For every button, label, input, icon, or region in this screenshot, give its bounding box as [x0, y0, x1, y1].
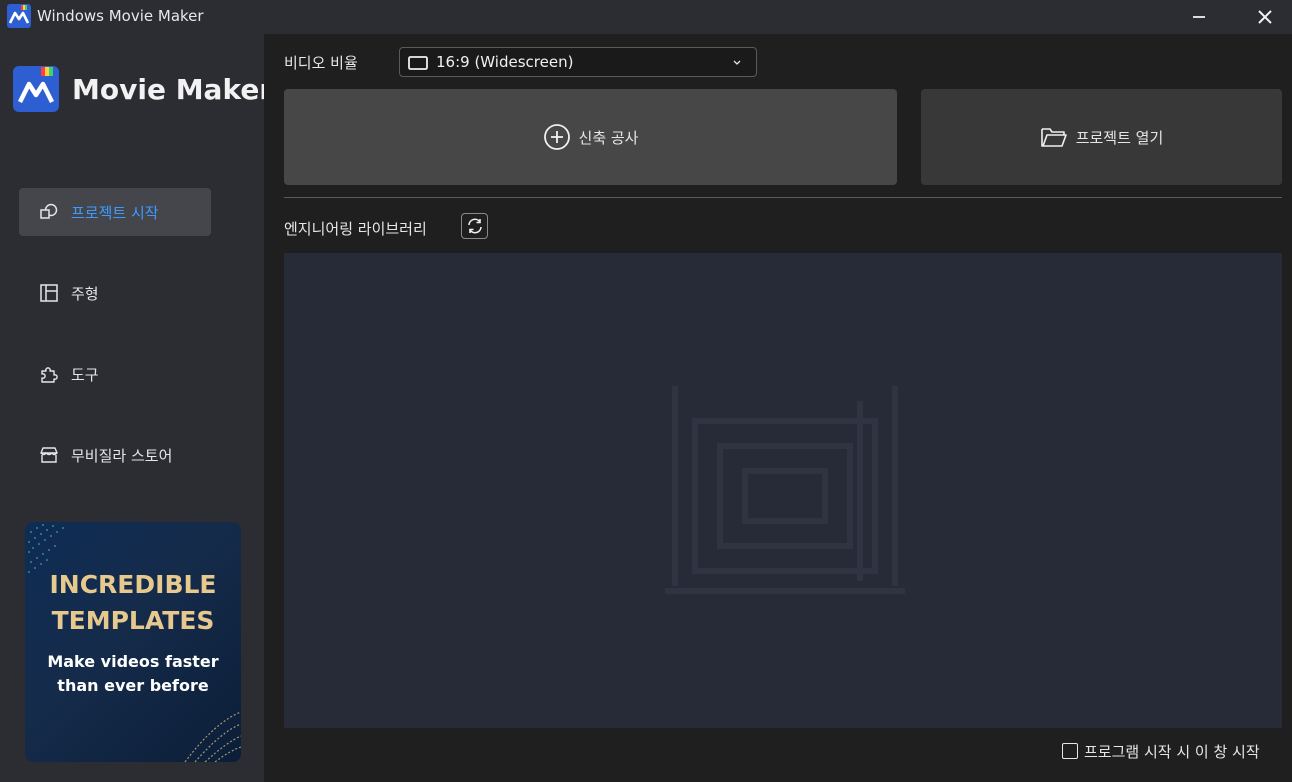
- library-area[interactable]: [284, 253, 1282, 728]
- new-project-button[interactable]: 신축 공사: [284, 89, 897, 185]
- refresh-library-button[interactable]: [461, 213, 488, 239]
- sidebar-item-templates[interactable]: 주형: [19, 269, 211, 317]
- folder-open-icon: [1040, 128, 1067, 147]
- main-panel: 비디오 비율 16:9 (Widescreen) 신축 공사 프로젝트 열기 엔…: [264, 34, 1292, 782]
- title-bar: Windows Movie Maker: [0, 0, 1292, 34]
- video-ratio-label: 비디오 비율: [284, 54, 358, 72]
- promo-headline: INCREDIBLE: [49, 570, 217, 599]
- minimize-icon: [1193, 16, 1205, 18]
- promo-headline: TEMPLATES: [51, 606, 215, 635]
- promo-subtitle: Make videos faster: [47, 652, 219, 671]
- section-divider: [284, 197, 1282, 198]
- brand-name: Movie Maker: [72, 73, 274, 106]
- sidebar-item-label: 주형: [71, 285, 99, 303]
- new-project-label: 신축 공사: [578, 128, 639, 147]
- sidebar-item-label: 프로젝트 시작: [71, 204, 159, 222]
- promo-banner[interactable]: INCREDIBLE TEMPLATES Make videos faster …: [25, 522, 241, 762]
- startup-checkbox-label: 프로그램 시작 시 이 창 시작: [1084, 742, 1260, 761]
- store-icon: [40, 447, 58, 463]
- sidebar-item-store[interactable]: 무비질라 스토어: [19, 431, 211, 479]
- chevron-down-icon: [733, 60, 741, 65]
- plus-circle-icon: [543, 124, 570, 150]
- close-button[interactable]: [1242, 0, 1288, 34]
- close-icon: [1258, 10, 1272, 24]
- sidebar-item-start-project[interactable]: 프로젝트 시작: [19, 188, 211, 236]
- sidebar-item-tools[interactable]: 도구: [19, 350, 211, 398]
- promo-subtitle: than ever before: [57, 676, 209, 695]
- refresh-icon: [467, 218, 482, 234]
- video-ratio-select[interactable]: 16:9 (Widescreen): [399, 47, 757, 77]
- sidebar-item-label: 도구: [71, 366, 99, 384]
- open-project-label: 프로젝트 열기: [1075, 128, 1164, 147]
- window-title: Windows Movie Maker: [37, 7, 204, 25]
- shapes-icon: [40, 203, 58, 219]
- promo-decoration: [28, 524, 241, 762]
- minimize-button[interactable]: [1176, 0, 1222, 34]
- empty-library-placeholder-icon: [665, 386, 905, 594]
- library-label: 엔지니어링 라이브러리: [284, 220, 427, 238]
- startup-option[interactable]: 프로그램 시작 시 이 창 시작: [1062, 741, 1260, 761]
- video-ratio-value: 16:9 (Widescreen): [436, 53, 574, 71]
- open-project-button[interactable]: 프로젝트 열기: [921, 89, 1282, 185]
- puzzle-icon: [41, 367, 58, 383]
- template-icon: [40, 284, 58, 302]
- brand-logo: Movie Maker: [13, 66, 273, 114]
- startup-checkbox[interactable]: [1062, 743, 1078, 759]
- movie-maker-logo-icon: [13, 66, 59, 112]
- app-logo-icon: [7, 4, 31, 28]
- widescreen-icon: [408, 56, 428, 70]
- sidebar: Movie Maker 프로젝트 시작 주형 도구 무비질라 스토어 INCRE…: [0, 34, 273, 782]
- sidebar-item-label: 무비질라 스토어: [71, 447, 173, 465]
